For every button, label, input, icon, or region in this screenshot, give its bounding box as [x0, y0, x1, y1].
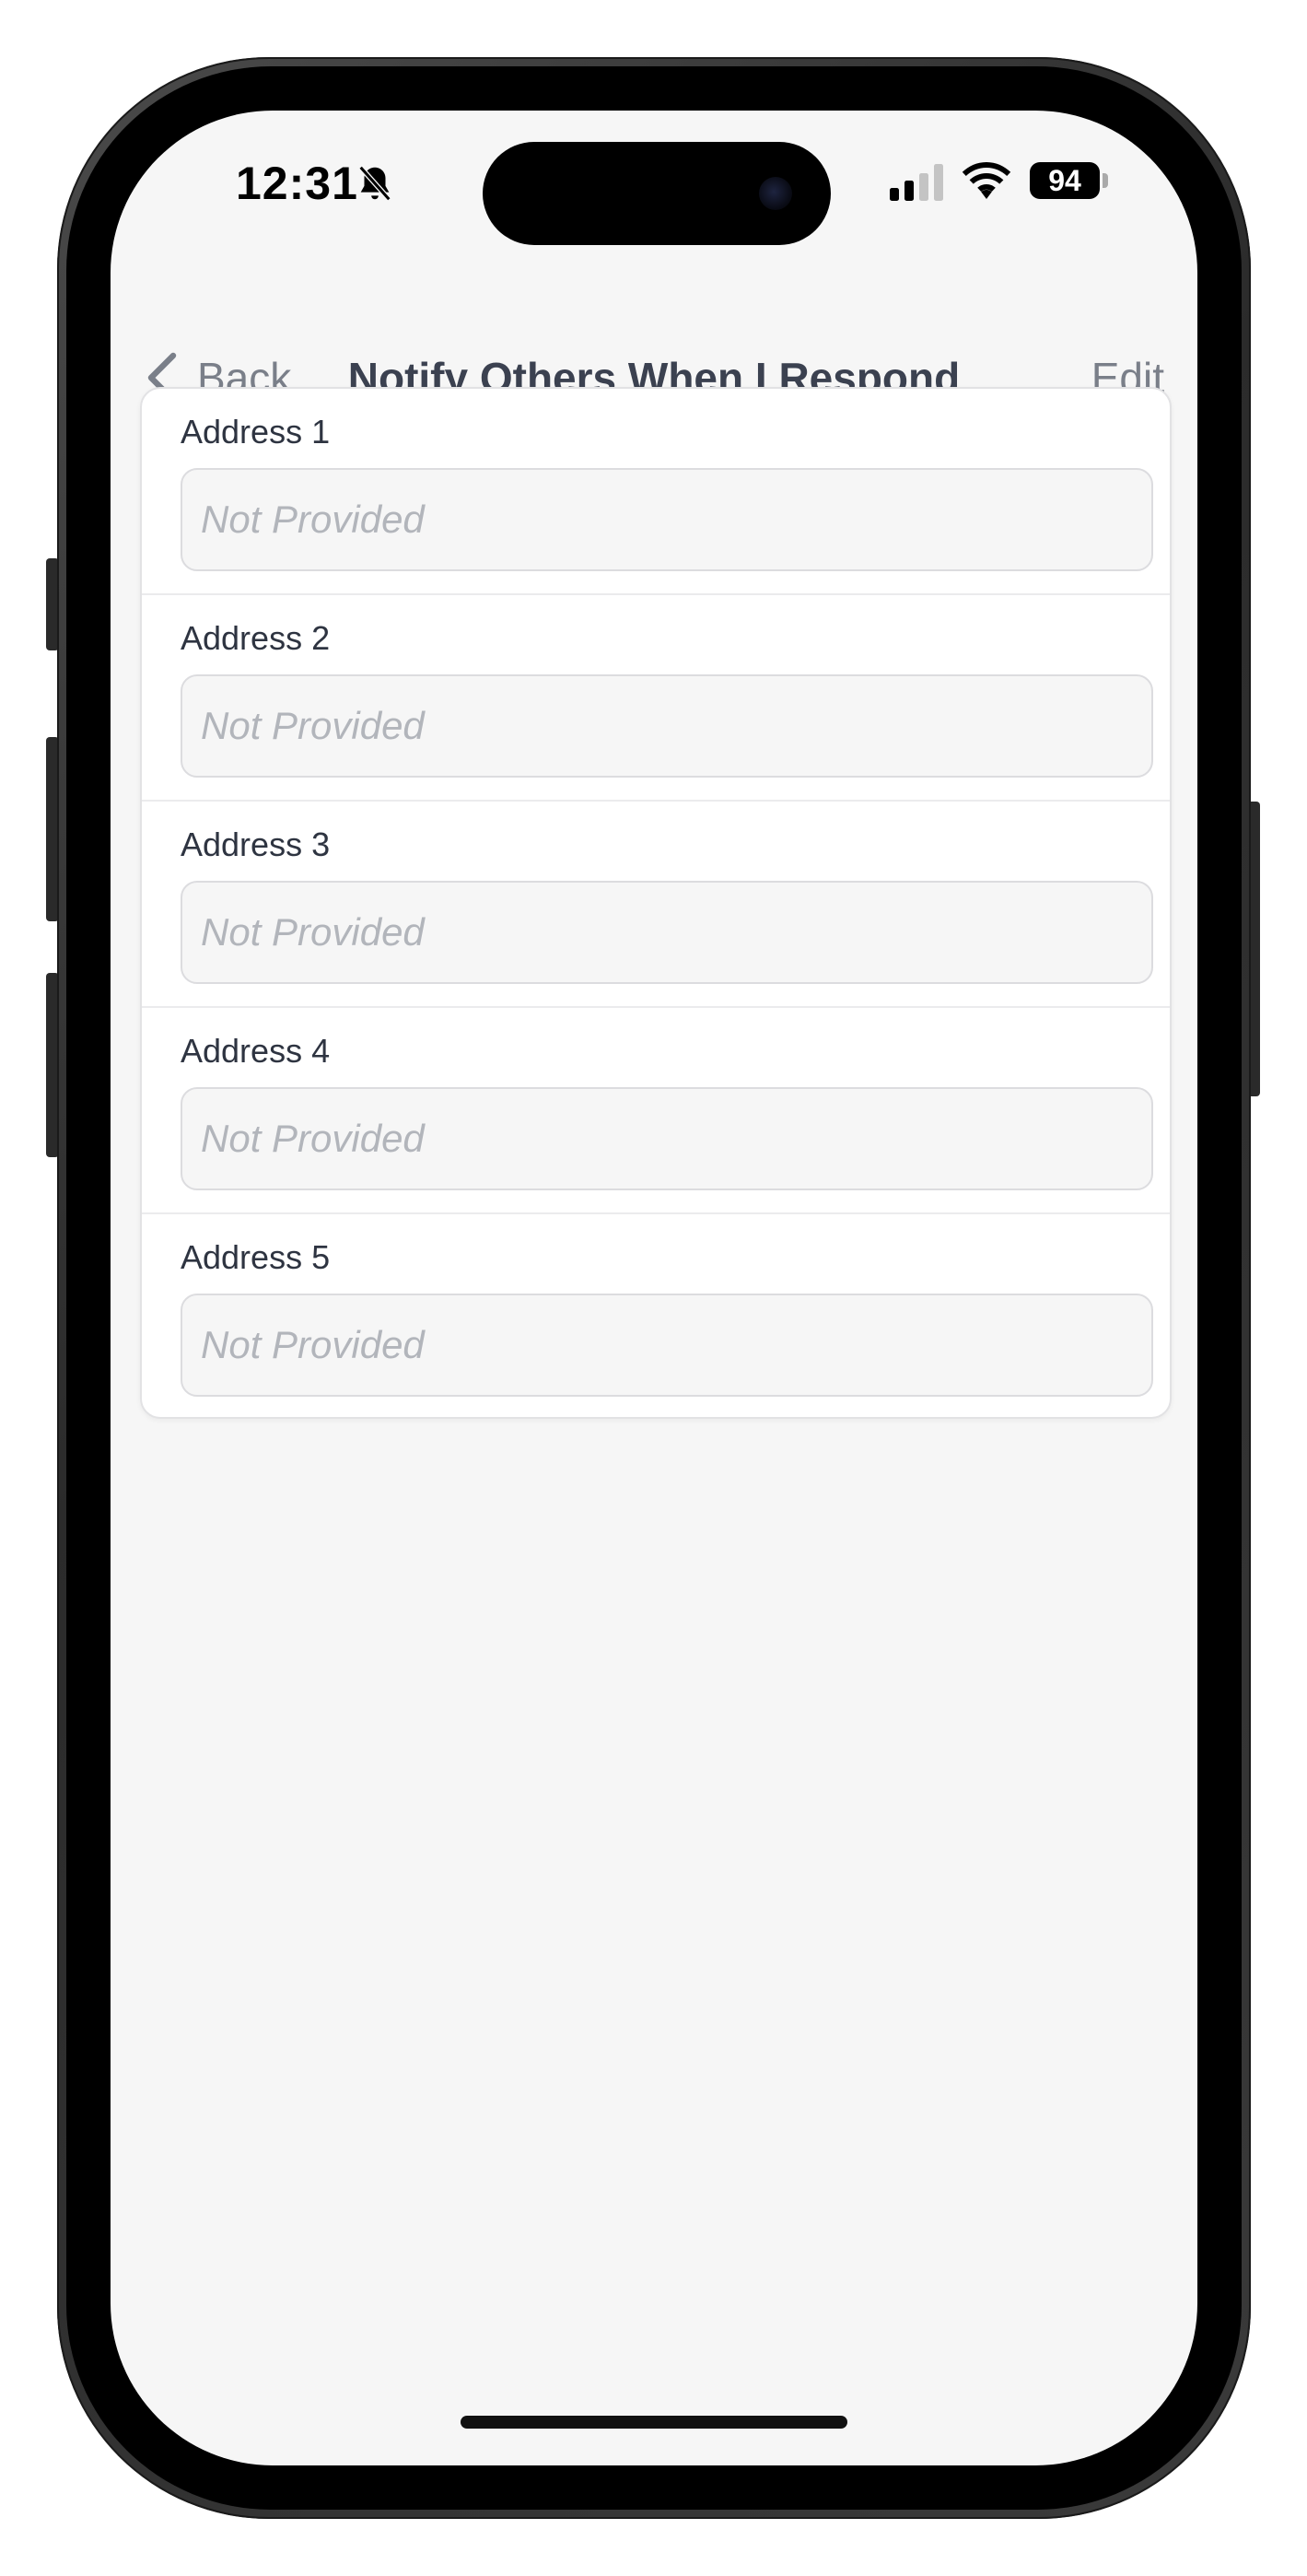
dynamic-island: [483, 142, 831, 245]
address-label-5: Address 5: [181, 1238, 331, 1276]
status-time: 12:31: [236, 158, 358, 209]
battery-level: 94: [1048, 164, 1081, 197]
address-card: Address 1 Address 2 Address 3 Address 4 …: [140, 387, 1172, 1419]
home-indicator[interactable]: [461, 2416, 847, 2429]
address-input-2[interactable]: [181, 674, 1153, 778]
address-input-5[interactable]: [181, 1294, 1153, 1397]
screen: 12:31 94 Notify Others When I Respond Ba…: [111, 111, 1197, 2465]
battery-icon: 94: [1030, 162, 1100, 199]
address-input-3[interactable]: [181, 881, 1153, 984]
front-camera-icon: [759, 177, 792, 210]
signal-icon: [890, 164, 943, 201]
address-row-5: Address 5: [142, 1214, 1170, 1417]
address-row-3: Address 3: [142, 802, 1170, 1008]
battery-tip: [1103, 173, 1108, 188]
address-input-1[interactable]: [181, 468, 1153, 571]
address-label-2: Address 2: [181, 619, 331, 657]
address-label-3: Address 3: [181, 825, 331, 863]
device-mockup: 12:31 94 Notify Others When I Respond Ba…: [0, 0, 1307, 2576]
address-row-4: Address 4: [142, 1008, 1170, 1214]
address-row-2: Address 2: [142, 595, 1170, 802]
address-input-4[interactable]: [181, 1087, 1153, 1190]
address-row-1: Address 1: [142, 389, 1170, 595]
status-bar: 12:31 94: [111, 111, 1197, 258]
bell-slash-icon: [358, 165, 391, 202]
wifi-icon: [962, 162, 1011, 199]
address-label-1: Address 1: [181, 413, 331, 451]
address-label-4: Address 4: [181, 1032, 331, 1070]
